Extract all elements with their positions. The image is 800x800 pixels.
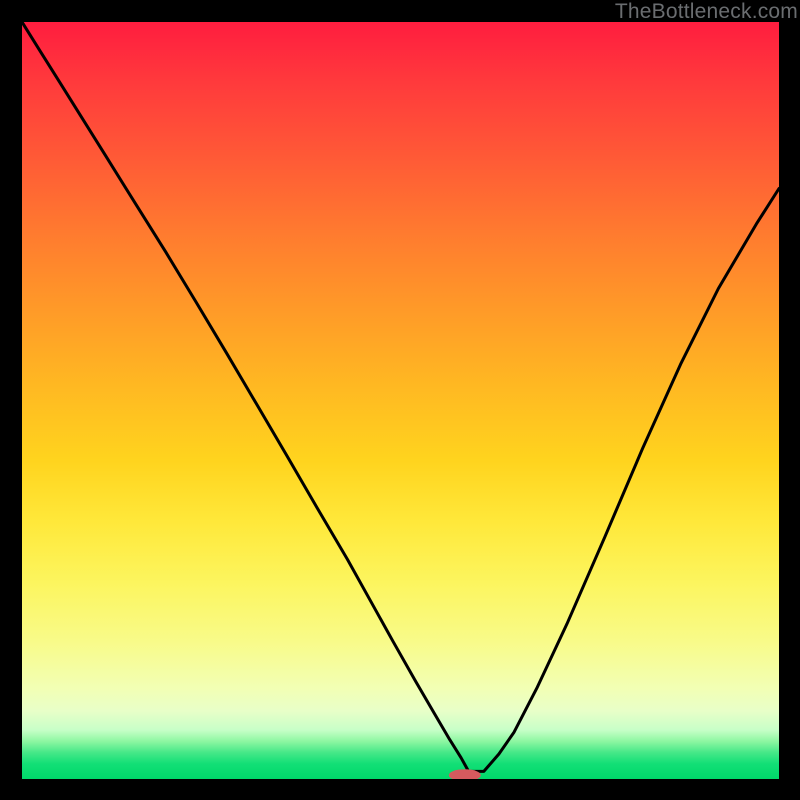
bottleneck-curve [22,22,779,771]
watermark-label: TheBottleneck.com [615,0,798,24]
curve-layer [22,22,779,779]
plot-area [22,22,779,779]
chart-frame: TheBottleneck.com [0,0,800,800]
